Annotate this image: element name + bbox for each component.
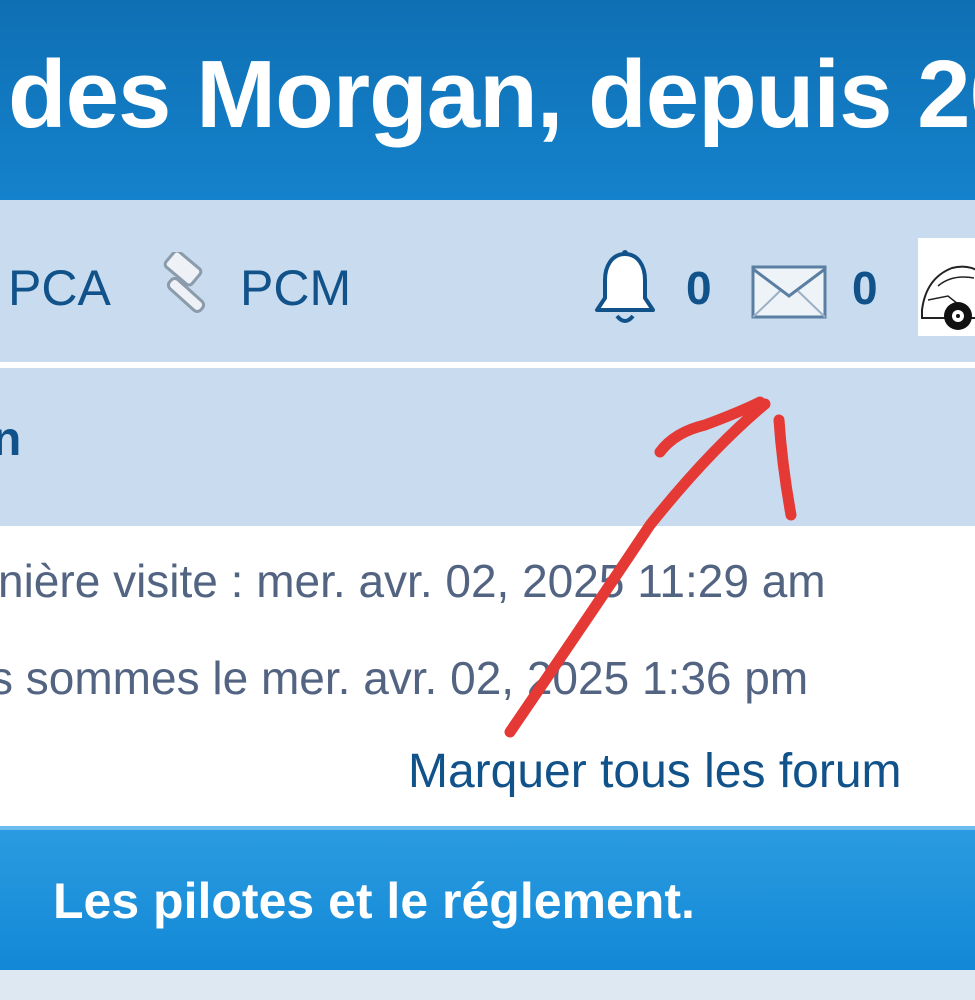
car-sketch-icon bbox=[921, 265, 975, 330]
mark-forums-read-link[interactable]: Marquer tous les forum bbox=[408, 743, 902, 801]
avatar[interactable] bbox=[918, 238, 975, 336]
forum-list-start bbox=[0, 970, 975, 1000]
site-header: des Morgan, depuis 20 bbox=[0, 0, 975, 200]
navbar bbox=[0, 200, 975, 362]
forum-category-title[interactable]: Les pilotes et le réglement. bbox=[53, 872, 695, 930]
site-title[interactable]: des Morgan, depuis 20 bbox=[8, 40, 975, 150]
current-time-text: s sommes le mer. avr. 02, 2025 1:36 pm bbox=[0, 652, 809, 704]
bell-icon[interactable] bbox=[590, 248, 660, 328]
breadcrumb[interactable]: n bbox=[0, 410, 21, 470]
gavel-icon[interactable] bbox=[152, 252, 228, 324]
nav-link-pcm[interactable]: PCM bbox=[240, 258, 351, 318]
notification-count[interactable]: 0 bbox=[686, 262, 712, 314]
envelope-icon[interactable] bbox=[750, 264, 828, 320]
breadcrumb-bar bbox=[0, 368, 975, 526]
nav-link-pca[interactable]: PCA bbox=[8, 258, 111, 318]
message-count[interactable]: 0 bbox=[852, 262, 878, 314]
last-visit-text: nière visite : mer. avr. 02, 2025 11:29 … bbox=[0, 555, 826, 607]
